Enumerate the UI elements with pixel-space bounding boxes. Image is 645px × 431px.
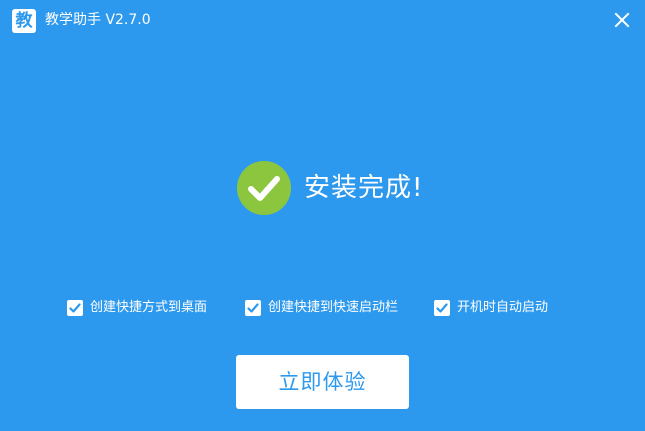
desktop-shortcut-checkbox[interactable]	[67, 300, 83, 316]
title-bar: 教 教学助手 V2.7.0	[0, 0, 645, 40]
close-icon	[614, 12, 630, 28]
start-now-button[interactable]: 立即体验	[236, 355, 409, 409]
desktop-shortcut-option[interactable]: 创建快捷方式到桌面	[67, 299, 207, 317]
installer-window: 教 教学助手 V2.7.0 安装完成! 创建快捷方式到桌面 创建快捷到快速启动栏…	[0, 0, 645, 431]
autostart-option[interactable]: 开机时自动启动	[434, 299, 548, 317]
quick-launch-option[interactable]: 创建快捷到快速启动栏	[245, 299, 398, 317]
check-circle-icon	[236, 160, 292, 216]
checkmark-icon	[69, 303, 81, 313]
desktop-shortcut-label: 创建快捷方式到桌面	[90, 300, 208, 315]
app-logo: 教	[12, 9, 36, 33]
success-message: 安装完成!	[304, 173, 424, 203]
autostart-checkbox[interactable]	[434, 300, 450, 316]
window-title: 教学助手 V2.7.0	[45, 12, 151, 28]
autostart-label: 开机时自动启动	[457, 300, 549, 315]
quick-launch-label: 创建快捷到快速启动栏	[268, 300, 399, 315]
checkmark-icon	[247, 303, 259, 313]
close-button[interactable]	[612, 10, 632, 30]
quick-launch-checkbox[interactable]	[245, 300, 261, 316]
checkmark-icon	[436, 303, 448, 313]
